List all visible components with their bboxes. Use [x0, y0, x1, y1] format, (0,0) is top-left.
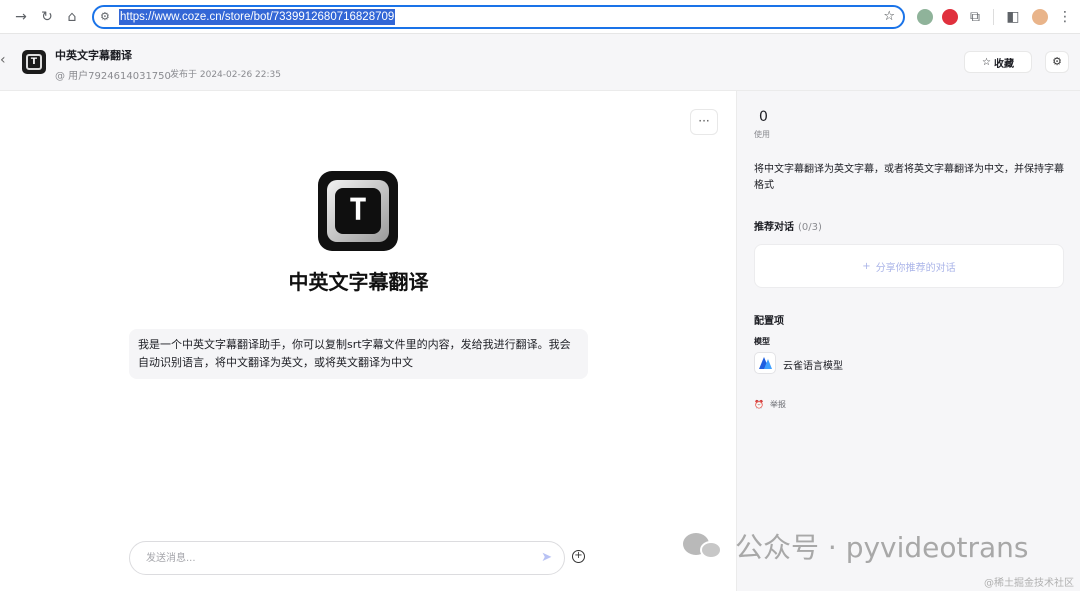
model-logo-icon [754, 352, 776, 374]
bot-avatar-large: T [318, 171, 398, 251]
bot-name: 中英文字幕翻译 [288, 270, 429, 294]
plus-icon: + [862, 260, 871, 272]
bot-info-panel: 0 使用 将中文字幕翻译为英文字幕，或者将英文字幕翻译为中文，并保持字幕格式 推… [737, 91, 1080, 591]
url-text[interactable]: https://www.coze.cn/store/bot/7339912680… [119, 9, 396, 25]
alarm-icon: ⏰ [754, 400, 764, 409]
address-bar[interactable]: ⚙ https://www.coze.cn/store/bot/73399126… [92, 5, 905, 29]
publish-date: 发布于 2024-02-26 22:35 [170, 70, 281, 80]
divider [993, 9, 994, 25]
extensions-puzzle-icon[interactable]: ⧉ [966, 8, 984, 26]
bot-intro-message: 我是一个中英文字幕翻译助手，你可以复制srt字幕文件里的内容，发给我进行翻译。我… [129, 329, 588, 379]
message-input[interactable] [146, 550, 526, 566]
report-link[interactable]: ⏰ 举报 [754, 399, 786, 410]
uses-label: 使用 [754, 130, 770, 139]
chat-area: ··· T 中英文字幕翻译 我是一个中英文字幕翻译助手，你可以复制srt字幕文件… [0, 91, 737, 591]
juejin-watermark: @稀土掘金技术社区 [984, 578, 1074, 589]
forward-icon[interactable]: → [12, 8, 30, 26]
menu-kebab-icon[interactable]: ⋮ [1056, 8, 1074, 26]
config-heading: 配置项 [754, 316, 784, 327]
message-composer[interactable]: ➤ [129, 541, 565, 575]
reload-icon[interactable]: ↻ [38, 8, 56, 26]
browser-toolbar: → ↻ ⌂ ⚙ https://www.coze.cn/store/bot/73… [0, 0, 1080, 34]
bot-header: ‹ T 中英文字幕翻译 @ 用户7924614031750 发布于 2024-0… [0, 34, 1080, 91]
bot-title: 中英文字幕翻译 [55, 49, 132, 62]
recommended-chats-heading: 推荐对话 (0/3) [754, 222, 822, 233]
star-icon: ☆ [982, 56, 991, 68]
watermark-text: 公众号 · pyvideotrans [735, 531, 1029, 564]
extension-icon[interactable] [917, 9, 933, 25]
recommended-count: (0/3) [798, 222, 822, 233]
site-settings-icon[interactable]: ⚙ [100, 10, 114, 24]
wechat-logo-icon [683, 531, 727, 561]
favorite-button[interactable]: ☆ 收藏 [964, 51, 1032, 73]
profile-avatar[interactable] [1032, 9, 1048, 25]
share-recommended-button[interactable]: + 分享你推荐的对话 [754, 244, 1064, 288]
adblock-icon[interactable] [942, 9, 958, 25]
bot-author[interactable]: @ 用户7924614031750 [55, 67, 171, 82]
bot-logo-glyph: T [335, 188, 381, 234]
side-panel-icon[interactable]: ◧ [1004, 8, 1022, 26]
add-circle-icon[interactable]: + [572, 550, 585, 563]
uses-count: 0 [759, 109, 768, 125]
send-icon[interactable]: ➤ [541, 550, 552, 565]
favorite-label: 收藏 [993, 58, 1014, 70]
settings-gear-icon[interactable]: ⚙ [1045, 51, 1069, 73]
bot-avatar-small: T [22, 50, 46, 74]
back-chevron-icon[interactable]: ‹ [0, 52, 6, 68]
model-name: 云雀语言模型 [783, 361, 843, 372]
share-label: 分享你推荐的对话 [875, 262, 956, 274]
more-options-button[interactable]: ··· [690, 109, 718, 135]
model-label: 模型 [754, 337, 770, 346]
report-label: 举报 [769, 400, 786, 409]
bookmark-star-icon[interactable]: ☆ [883, 9, 895, 25]
home-icon[interactable]: ⌂ [63, 8, 81, 26]
wechat-watermark: 公众号 · pyvideotrans [683, 526, 1029, 566]
bot-description: 将中文字幕翻译为英文字幕，或者将英文字幕翻译为中文，并保持字幕格式 [754, 164, 1064, 191]
